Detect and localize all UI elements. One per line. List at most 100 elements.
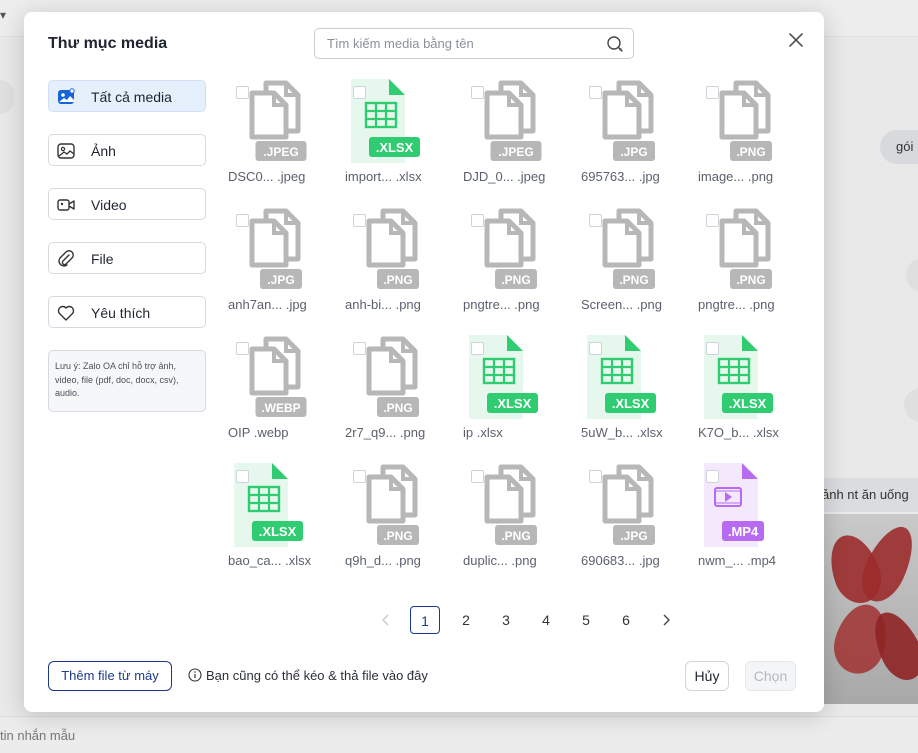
- file-name: anh-bi... .png: [345, 297, 421, 312]
- drag-drop-hint-text: Bạn cũng có thể kéo & thả file vào đây: [206, 668, 428, 683]
- select-checkbox[interactable]: [236, 470, 249, 483]
- select-checkbox[interactable]: [471, 470, 484, 483]
- select-checkbox[interactable]: [589, 214, 602, 227]
- choose-button[interactable]: Chọn: [745, 661, 796, 691]
- media-tile[interactable]: .PNG q9h_d... .png: [345, 463, 445, 581]
- select-checkbox[interactable]: [353, 214, 366, 227]
- media-tile[interactable]: .XLSX K7O_b... .xlsx: [698, 335, 798, 453]
- file-extension-label: .XLSX: [729, 396, 767, 411]
- support-note: Lưu ý: Zalo OA chỉ hỗ trợ ảnh, video, fi…: [48, 350, 206, 412]
- add-file-from-device-button[interactable]: Thêm file từ máy: [48, 661, 172, 691]
- file-name: pngtre... .png: [698, 297, 775, 312]
- heart-icon: [57, 305, 75, 321]
- pagination-next-button[interactable]: [651, 606, 681, 634]
- file-name: bao_ca... .xlsx: [228, 553, 312, 568]
- select-checkbox[interactable]: [353, 342, 366, 355]
- select-checkbox[interactable]: [706, 214, 719, 227]
- pagination-page-6[interactable]: 6: [611, 606, 641, 634]
- media-tile[interactable]: .XLSX bao_ca... .xlsx: [228, 463, 328, 581]
- select-checkbox[interactable]: [236, 342, 249, 355]
- close-icon[interactable]: [786, 30, 806, 50]
- select-checkbox[interactable]: [353, 86, 366, 99]
- background-flower-image: [822, 514, 918, 704]
- media-tile[interactable]: .PNG pngtre... .png: [463, 207, 563, 325]
- file-extension-label: .PNG: [383, 273, 412, 287]
- pagination-page-1[interactable]: 1: [410, 606, 440, 634]
- media-tile[interactable]: .PNG duplic... .png: [463, 463, 563, 581]
- media-tile[interactable]: .JPG anh7an... .jpg: [228, 207, 328, 325]
- dialog-title: Thư mục media: [48, 35, 168, 52]
- pagination-page-3[interactable]: 3: [491, 606, 521, 634]
- sidebar-item-label: Video: [91, 197, 127, 213]
- photo-icon: [57, 143, 75, 159]
- select-checkbox[interactable]: [471, 86, 484, 99]
- background-dropdown-chevron-icon: ▾: [0, 8, 7, 22]
- sidebar-item-favorites[interactable]: Yêu thích: [48, 296, 206, 328]
- pagination-page-5[interactable]: 5: [571, 606, 601, 634]
- background-message-bubble: gói: [880, 130, 918, 164]
- chevron-right-icon: [663, 614, 670, 626]
- media-tile[interactable]: .PNG Screen... .png: [581, 207, 681, 325]
- file-name: K7O_b... .xlsx: [698, 425, 779, 440]
- select-checkbox[interactable]: [706, 470, 719, 483]
- background-message-input: tin nhắn mẫu: [0, 716, 918, 753]
- file-name: DJD_0... .jpeg: [463, 169, 546, 184]
- select-checkbox[interactable]: [706, 342, 719, 355]
- file-name: 2r7_q9... .png: [345, 425, 426, 440]
- file-name: 695763... .jpg: [581, 169, 660, 184]
- select-checkbox[interactable]: [236, 86, 249, 99]
- background-bubble: [906, 258, 918, 292]
- file-extension-label: .PNG: [619, 273, 648, 287]
- select-checkbox[interactable]: [471, 214, 484, 227]
- media-tile[interactable]: .XLSX ip .xlsx: [463, 335, 563, 453]
- chevron-left-icon: [382, 614, 389, 626]
- file-extension-label: .PNG: [736, 273, 765, 287]
- media-tile[interactable]: .MP4 nwm_... .mp4: [698, 463, 798, 581]
- media-tile[interactable]: .WEBP OIP .webp: [228, 335, 328, 453]
- media-tile[interactable]: .PNG 2r7_q9... .png: [345, 335, 445, 453]
- cancel-button[interactable]: Hủy: [685, 661, 729, 691]
- sidebar-item-all-media[interactable]: Tất cả media: [48, 80, 206, 112]
- file-name: ip .xlsx: [463, 425, 503, 440]
- media-tile[interactable]: .PNG pngtre... .png: [698, 207, 798, 325]
- select-checkbox[interactable]: [589, 470, 602, 483]
- select-checkbox[interactable]: [706, 86, 719, 99]
- info-icon: [188, 668, 202, 682]
- pagination-page-2[interactable]: 2: [451, 606, 481, 634]
- select-checkbox[interactable]: [471, 342, 484, 355]
- file-name: nwm_... .mp4: [698, 553, 777, 568]
- search-icon[interactable]: [606, 35, 624, 53]
- file-name: DSC0... .jpeg: [228, 169, 306, 184]
- file-extension-label: .JPG: [620, 145, 647, 159]
- pagination-page-4[interactable]: 4: [531, 606, 561, 634]
- pagination-prev-button[interactable]: [371, 606, 401, 634]
- file-extension-label: .XLSX: [494, 396, 532, 411]
- media-tile[interactable]: .JPEG DJD_0... .jpeg: [463, 79, 563, 197]
- file-name: Screen... .png: [581, 297, 662, 312]
- sidebar-item-label: Yêu thích: [91, 305, 151, 321]
- select-checkbox[interactable]: [589, 342, 602, 355]
- media-tile[interactable]: .JPG 695763... .jpg: [581, 79, 681, 197]
- media-tile[interactable]: .JPG 690683... .jpg: [581, 463, 681, 581]
- file-extension-label: .JPEG: [263, 145, 298, 159]
- sidebar-item-file[interactable]: File: [48, 242, 206, 274]
- select-checkbox[interactable]: [589, 86, 602, 99]
- select-checkbox[interactable]: [236, 214, 249, 227]
- file-name: 5uW_b... .xlsx: [581, 425, 663, 440]
- select-checkbox[interactable]: [353, 470, 366, 483]
- background-message-text: ảnh nt ăn uống: [822, 487, 909, 502]
- sidebar-item-label: File: [91, 251, 114, 267]
- media-tile[interactable]: .JPEG DSC0... .jpeg: [228, 79, 328, 197]
- file-extension-label: .XLSX: [376, 140, 414, 155]
- file-name: import... .xlsx: [345, 169, 422, 184]
- media-tile[interactable]: .XLSX import... .xlsx: [345, 79, 445, 197]
- search-input[interactable]: [315, 29, 607, 58]
- media-tile[interactable]: .PNG anh-bi... .png: [345, 207, 445, 325]
- sidebar-item-video[interactable]: Video: [48, 188, 206, 220]
- media-tile[interactable]: .PNG image... .png: [698, 79, 798, 197]
- file-extension-label: .PNG: [736, 145, 765, 159]
- file-extension-label: .PNG: [501, 529, 530, 543]
- file-name: anh7an... .jpg: [228, 297, 307, 312]
- media-tile[interactable]: .XLSX 5uW_b... .xlsx: [581, 335, 681, 453]
- sidebar-item-photos[interactable]: Ảnh: [48, 134, 206, 166]
